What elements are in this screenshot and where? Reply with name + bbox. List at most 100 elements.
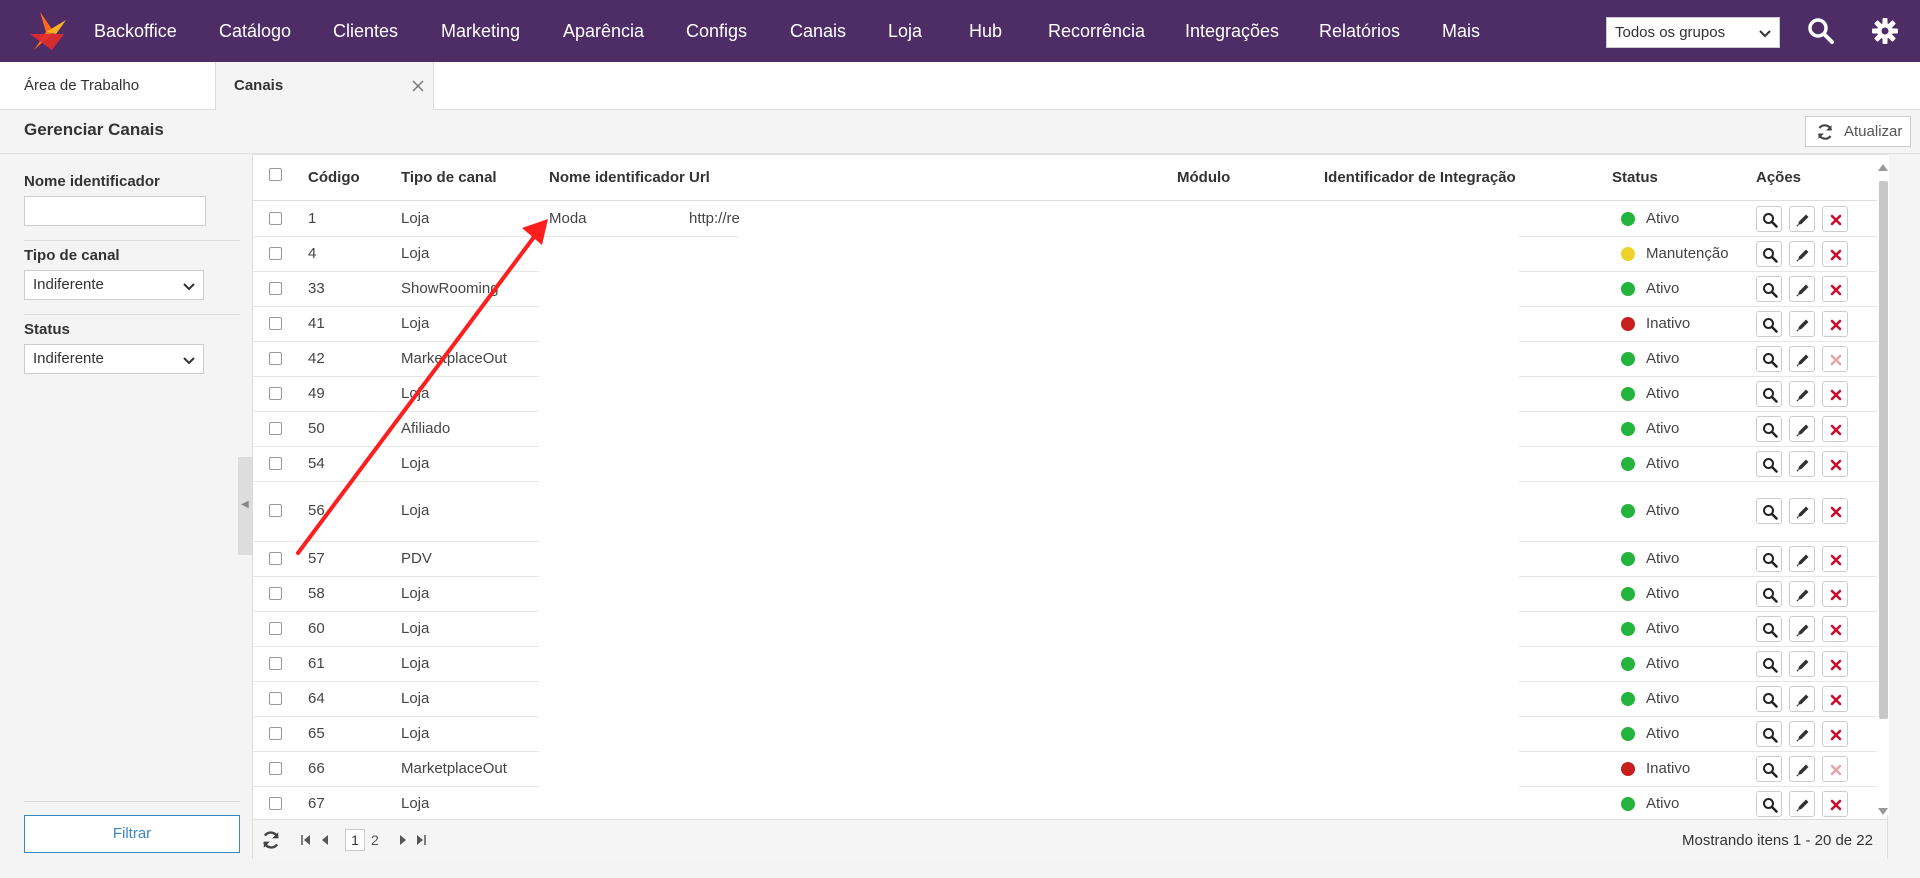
nav-brand[interactable]: Backoffice (94, 0, 177, 62)
refresh-button[interactable]: Atualizar (1805, 116, 1911, 147)
row-checkbox[interactable] (269, 246, 282, 260)
edit-button[interactable] (1789, 790, 1815, 817)
table-row[interactable]: 66 MarketplaceOut Inativo (253, 751, 1889, 786)
view-button[interactable] (1756, 450, 1782, 477)
view-button[interactable] (1756, 310, 1782, 337)
view-button[interactable] (1756, 615, 1782, 642)
delete-button[interactable] (1822, 450, 1848, 477)
edit-button[interactable] (1789, 755, 1815, 782)
table-row[interactable]: 61 Loja Ativo (253, 646, 1889, 681)
edit-button[interactable] (1789, 650, 1815, 677)
row-checkbox[interactable] (269, 761, 282, 775)
delete-button[interactable] (1822, 310, 1848, 337)
nav-item-mais[interactable]: Mais (1442, 0, 1480, 62)
refresh-icon[interactable] (261, 830, 281, 850)
delete-button[interactable] (1822, 498, 1848, 524)
view-button[interactable] (1756, 580, 1782, 607)
edit-button[interactable] (1789, 205, 1815, 232)
row-checkbox[interactable] (269, 211, 282, 225)
table-row[interactable]: 4 Loja Manutenção (253, 236, 1889, 271)
first-page-icon[interactable] (301, 835, 311, 845)
row-checkbox[interactable] (269, 796, 282, 810)
row-url[interactable]: http://re (689, 210, 740, 227)
grid-scrollbar[interactable] (1877, 155, 1889, 815)
col-header-status[interactable]: Status (1612, 155, 1658, 200)
last-page-icon[interactable] (416, 835, 426, 845)
edit-button[interactable] (1789, 275, 1815, 302)
row-checkbox[interactable] (269, 456, 282, 470)
table-row[interactable]: 58 Loja Ativo (253, 576, 1889, 611)
row-checkbox[interactable] (269, 351, 282, 365)
delete-button[interactable] (1822, 415, 1848, 442)
table-row[interactable]: 49 Loja Ativo (253, 376, 1889, 411)
delete-button[interactable] (1822, 790, 1848, 817)
nav-item-loja[interactable]: Loja (888, 0, 922, 62)
nav-item-aparencia[interactable]: Aparência (563, 0, 644, 62)
row-checkbox[interactable] (269, 656, 282, 670)
row-checkbox[interactable] (269, 421, 282, 435)
table-row[interactable]: 67 Loja Ativo (253, 786, 1889, 821)
edit-button[interactable] (1789, 615, 1815, 642)
table-row[interactable]: 54 Loja Ativo (253, 446, 1889, 481)
search-icon[interactable] (1807, 17, 1835, 45)
edit-button[interactable] (1789, 450, 1815, 477)
edit-button[interactable] (1789, 310, 1815, 337)
delete-button[interactable] (1822, 685, 1848, 712)
scrollbar-thumb[interactable] (1879, 181, 1888, 719)
nav-item-marketing[interactable]: Marketing (441, 0, 520, 62)
group-select[interactable]: Todos os grupos (1606, 17, 1780, 48)
delete-button[interactable] (1822, 240, 1848, 267)
filter-button[interactable]: Filtrar (24, 815, 240, 853)
col-header-url[interactable]: Url (689, 155, 710, 200)
delete-button[interactable] (1822, 720, 1848, 747)
nav-item-integracoes[interactable]: Integrações (1185, 0, 1279, 62)
scroll-down-icon[interactable] (1877, 807, 1889, 817)
panel-collapse-handle[interactable]: ◀ (238, 457, 252, 555)
nav-item-canais[interactable]: Canais (790, 0, 846, 62)
view-button[interactable] (1756, 240, 1782, 267)
table-row[interactable]: 50 Afiliado Ativo (253, 411, 1889, 446)
row-checkbox[interactable] (269, 316, 282, 330)
delete-button[interactable] (1822, 205, 1848, 232)
edit-button[interactable] (1789, 380, 1815, 407)
table-row[interactable]: 57 PDV Ativo (253, 541, 1889, 576)
select-all-checkbox[interactable] (269, 168, 282, 181)
edit-button[interactable] (1789, 580, 1815, 607)
view-button[interactable] (1756, 205, 1782, 232)
col-header-integracao[interactable]: Identificador de Integração (1324, 155, 1516, 200)
nav-item-catalogo[interactable]: Catálogo (219, 0, 291, 62)
view-button[interactable] (1756, 345, 1782, 372)
logo-icon[interactable] (26, 10, 68, 52)
col-header-codigo[interactable]: Código (308, 155, 360, 200)
nav-item-recorrencia[interactable]: Recorrência (1048, 0, 1145, 62)
row-checkbox[interactable] (269, 386, 282, 400)
prev-page-icon[interactable] (321, 835, 329, 845)
delete-button[interactable] (1822, 275, 1848, 302)
row-checkbox[interactable] (269, 586, 282, 600)
edit-button[interactable] (1789, 685, 1815, 712)
edit-button[interactable] (1789, 345, 1815, 372)
table-row[interactable]: 64 Loja Ativo (253, 681, 1889, 716)
table-row[interactable]: 33 ShowRooming Ativo (253, 271, 1889, 306)
nav-item-relatorios[interactable]: Relatórios (1319, 0, 1400, 62)
view-button[interactable] (1756, 685, 1782, 712)
nav-item-clientes[interactable]: Clientes (333, 0, 398, 62)
col-header-modulo[interactable]: Módulo (1177, 155, 1230, 200)
delete-button[interactable] (1822, 755, 1848, 782)
gear-icon[interactable] (1871, 17, 1899, 45)
row-checkbox[interactable] (269, 691, 282, 705)
nav-item-configs[interactable]: Configs (686, 0, 747, 62)
page-next-number[interactable]: 2 (371, 832, 379, 848)
view-button[interactable] (1756, 650, 1782, 677)
table-row[interactable]: 42 MarketplaceOut Ativo (253, 341, 1889, 376)
filter-name-input[interactable] (24, 196, 206, 226)
page-current[interactable]: 1 (345, 829, 365, 851)
next-page-icon[interactable] (399, 835, 407, 845)
col-header-nome[interactable]: Nome identificador (549, 155, 685, 200)
table-row[interactable]: 1 Loja Moda http://re Ativo (253, 201, 1889, 236)
edit-button[interactable] (1789, 720, 1815, 747)
delete-button[interactable] (1822, 345, 1848, 372)
delete-button[interactable] (1822, 545, 1848, 572)
scroll-up-icon[interactable] (1877, 162, 1889, 172)
delete-button[interactable] (1822, 650, 1848, 677)
